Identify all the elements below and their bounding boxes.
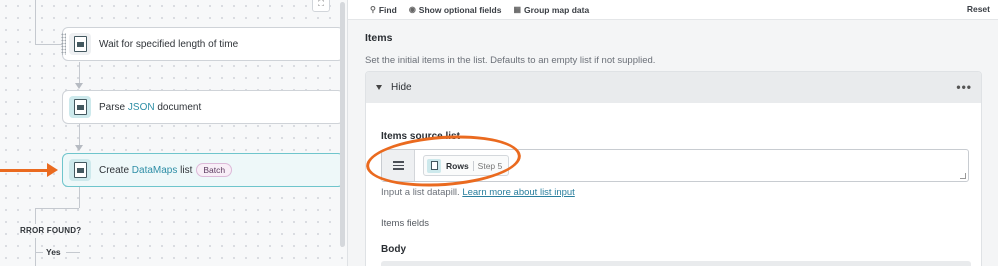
- yes-branch-label: Yes: [46, 247, 61, 257]
- datapill-step: Step 5: [472, 160, 502, 171]
- step-parse-json[interactable]: Parse JSON document: [62, 90, 344, 124]
- items-source-input[interactable]: Rows Step 5: [381, 149, 969, 182]
- group-map-icon: ▦: [513, 5, 521, 14]
- body-label: Body: [381, 244, 406, 255]
- items-source-hint: Input a list datapill. Learn more about …: [381, 187, 575, 198]
- step-config-panel: ⚲ Find ◉ Show optional fields ▦ Group map d…: [347, 0, 998, 266]
- items-description: Set the initial items in the list. Defau…: [365, 55, 656, 66]
- canvas-scrollbar[interactable]: [340, 2, 345, 247]
- annotation-arrow: [0, 169, 50, 172]
- datapill-name: Rows: [446, 160, 469, 171]
- panel-toolbar: ⚲ Find ◉ Show optional fields ▦ Group map d…: [348, 0, 998, 20]
- connector: [35, 0, 36, 44]
- list-input-icon[interactable]: [382, 150, 415, 181]
- more-icon[interactable]: •••: [956, 80, 972, 94]
- connector: [79, 186, 80, 208]
- error-condition-label: RROR FOUND?: [20, 226, 82, 235]
- toggle-label: Hide: [391, 82, 412, 93]
- step-label: Parse JSON document: [99, 101, 202, 113]
- items-toggle[interactable]: Hide •••: [366, 72, 981, 103]
- step-label: Create DataMaps list: [99, 164, 193, 176]
- find-button[interactable]: ⚲ Find: [370, 5, 397, 15]
- group-map-data-button[interactable]: ▦ Group map data: [513, 5, 589, 15]
- resize-handle-icon[interactable]: [960, 173, 966, 179]
- connector: [35, 44, 62, 45]
- arrow-down-icon: [75, 83, 83, 89]
- step-label: Wait for specified length of time: [99, 38, 239, 50]
- annotation-arrow-head: [47, 163, 58, 177]
- connector: [79, 124, 80, 146]
- connector: [35, 208, 36, 224]
- reset-button[interactable]: Reset: [967, 4, 990, 14]
- clock-icon: [69, 33, 91, 55]
- recipe-canvas[interactable]: ⛶ Wait for specified length of time Pars…: [0, 0, 347, 266]
- connector: [66, 252, 80, 253]
- items-fields-title: Items fields: [381, 218, 430, 229]
- caret-down-icon: [376, 85, 382, 90]
- connector: [35, 208, 79, 209]
- batch-badge: Batch: [196, 163, 233, 177]
- step-wait[interactable]: Wait for specified length of time: [61, 27, 344, 61]
- items-title: Items: [365, 32, 393, 44]
- json-icon: [427, 158, 441, 173]
- list-icon: [69, 159, 91, 181]
- eye-icon: ◉: [408, 5, 416, 14]
- datapill[interactable]: Rows Step 5: [423, 155, 510, 176]
- arrow-down-icon: [75, 145, 83, 151]
- items-section: Hide ••• Items source list Rows Step 5 I…: [365, 71, 982, 266]
- body-field[interactable]: [381, 261, 971, 266]
- connector: [79, 62, 80, 84]
- items-source-label: Items source list: [381, 131, 460, 142]
- step-create-list[interactable]: Create DataMaps list Batch: [62, 153, 344, 187]
- canvas-fit-icon[interactable]: ⛶: [312, 0, 330, 12]
- json-icon: [69, 96, 91, 118]
- show-optional-fields-button[interactable]: ◉ Show optional fields: [409, 5, 502, 15]
- connector: [35, 252, 43, 253]
- learn-more-link[interactable]: Learn more about list input: [462, 187, 574, 198]
- search-icon: ⚲: [370, 5, 376, 14]
- drag-handle-icon[interactable]: [61, 33, 66, 55]
